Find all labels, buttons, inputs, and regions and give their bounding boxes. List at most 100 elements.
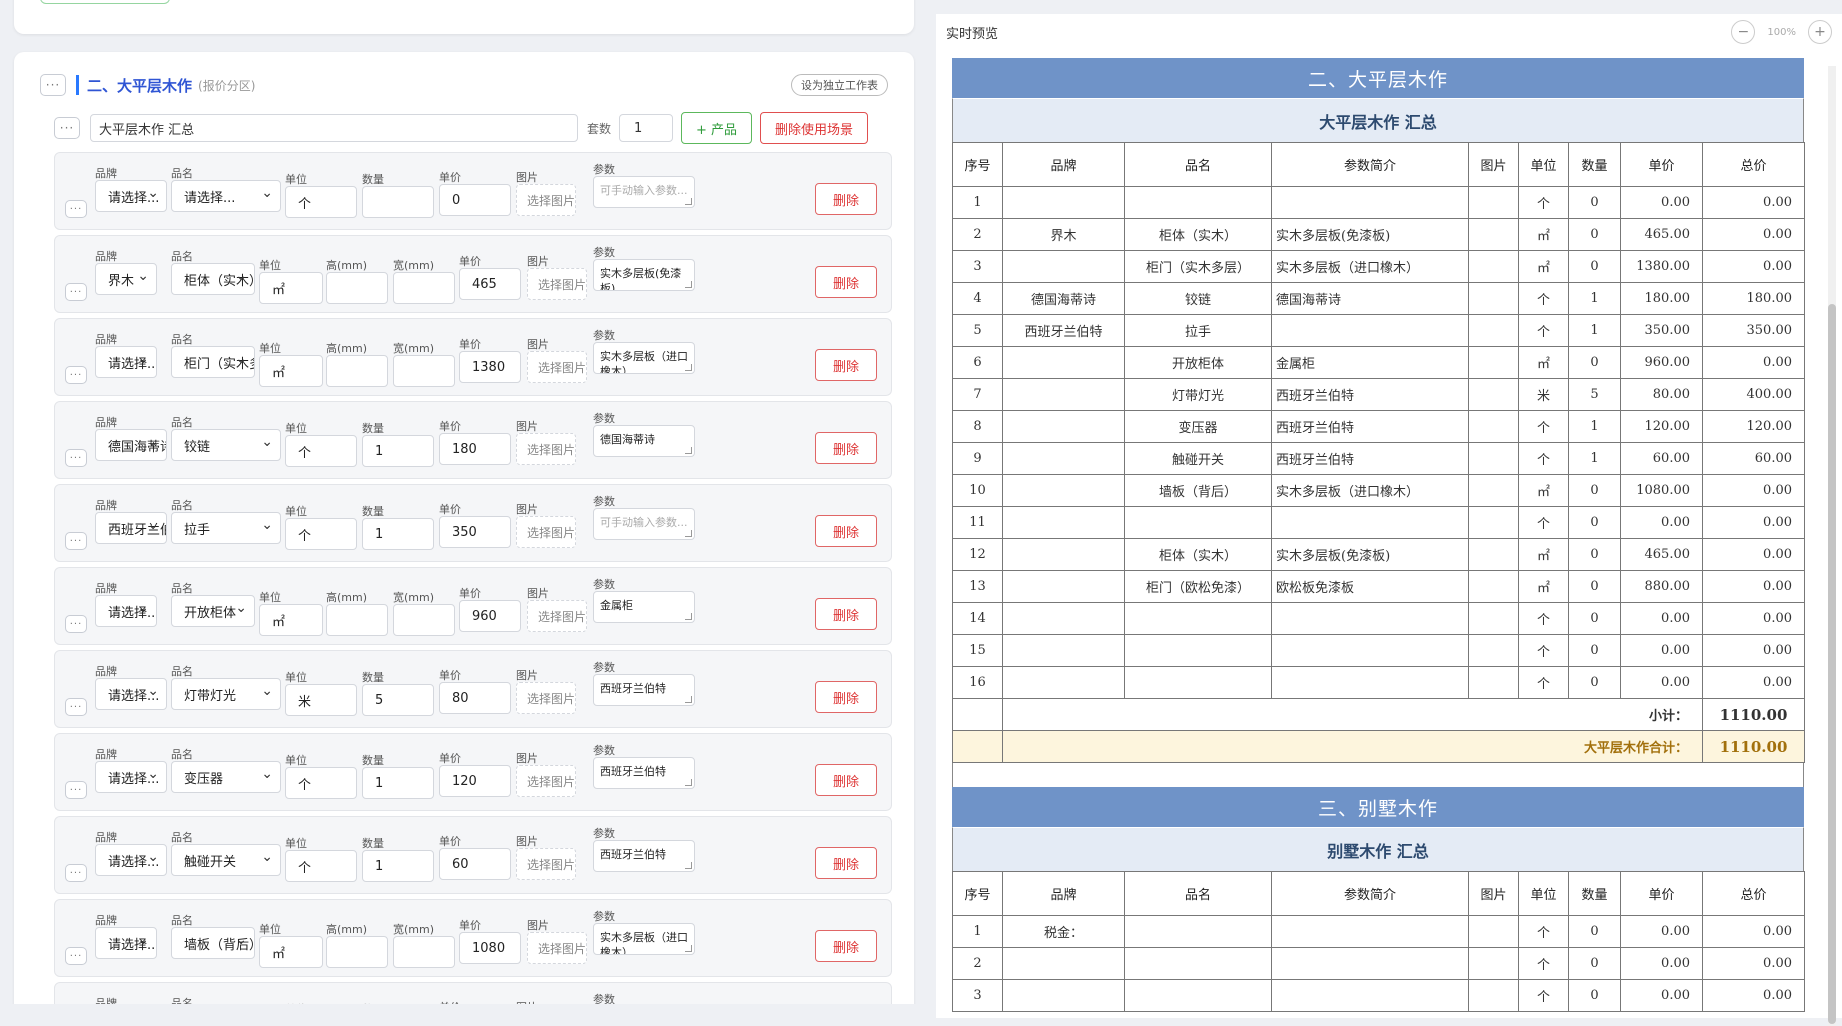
item-more-button[interactable]: ··· xyxy=(65,366,87,384)
params-textarea[interactable]: 实木多层板(免漆板) xyxy=(593,259,695,291)
select-image-button[interactable]: 选择图片 xyxy=(527,351,587,383)
width-input[interactable] xyxy=(393,936,455,968)
brand-select[interactable]: 请选择... xyxy=(95,180,167,212)
name-select[interactable]: 墙板（背后） xyxy=(171,927,255,959)
params-textarea[interactable]: 可手动输入参数... xyxy=(593,176,695,208)
unit-input[interactable]: 个 xyxy=(285,767,357,799)
delete-scene-button[interactable]: 删除使用场景 xyxy=(760,112,869,144)
brand-select[interactable]: 请选择... xyxy=(95,678,167,710)
delete-item-button[interactable]: 删除 xyxy=(815,432,877,464)
brand-select[interactable]: 请选择... xyxy=(95,761,167,793)
select-image-button[interactable]: 选择图片 xyxy=(516,433,576,465)
set-independent-sheet-button[interactable]: 设为独立工作表 xyxy=(791,74,888,96)
item-more-button[interactable]: ··· xyxy=(65,283,87,301)
height-input[interactable] xyxy=(326,272,388,304)
params-textarea[interactable]: 实木多层板（进口橡木） xyxy=(593,342,695,374)
unit-input[interactable]: 个 xyxy=(285,518,357,550)
select-image-button[interactable]: 选择图片 xyxy=(516,682,576,714)
preview-scrollbar-thumb[interactable] xyxy=(1828,304,1836,1024)
name-select[interactable]: 柜体（实木） xyxy=(171,263,255,295)
delete-item-button[interactable]: 删除 xyxy=(815,764,877,796)
price-input[interactable]: 350 xyxy=(439,516,511,548)
item-more-button[interactable]: ··· xyxy=(65,698,87,716)
select-image-button[interactable]: 选择图片 xyxy=(516,765,576,797)
params-textarea[interactable]: 西班牙兰伯特 xyxy=(593,840,695,872)
name-select[interactable]: 拉手 xyxy=(171,512,281,544)
brand-select[interactable]: 请选择... xyxy=(95,927,157,959)
brand-select[interactable]: 界木 xyxy=(95,263,157,295)
params-textarea[interactable]: 西班牙兰伯特 xyxy=(593,674,695,706)
brand-select[interactable]: 德国海蒂诗 xyxy=(95,429,167,461)
price-input[interactable]: 120 xyxy=(439,765,511,797)
brand-select[interactable]: 请选择... xyxy=(95,595,157,627)
price-input[interactable]: 960 xyxy=(459,600,521,632)
select-image-button[interactable]: 选择图片 xyxy=(516,184,576,216)
qty-input[interactable]: 1 xyxy=(362,767,434,799)
item-more-button[interactable]: ··· xyxy=(65,200,87,218)
select-image-button[interactable]: 选择图片 xyxy=(516,848,576,880)
name-select[interactable]: 开放柜体 xyxy=(171,595,255,627)
params-textarea[interactable]: 德国海蒂诗 xyxy=(593,425,695,457)
width-input[interactable] xyxy=(393,272,455,304)
scene-name-input[interactable]: 大平层木作 汇总 xyxy=(90,114,578,142)
brand-select[interactable]: 西班牙兰伯特 xyxy=(95,512,167,544)
height-input[interactable] xyxy=(326,936,388,968)
set-count-input[interactable]: 1 xyxy=(619,114,674,142)
select-image-button[interactable]: 选择图片 xyxy=(527,600,587,632)
item-more-button[interactable]: ··· xyxy=(65,781,87,799)
item-more-button[interactable]: ··· xyxy=(65,449,87,467)
delete-item-button[interactable]: 删除 xyxy=(815,183,877,215)
item-more-button[interactable]: ··· xyxy=(65,532,87,550)
select-image-button[interactable]: 选择图片 xyxy=(527,268,587,300)
unit-input[interactable]: 个 xyxy=(285,186,357,218)
price-input[interactable]: 0 xyxy=(439,184,511,216)
name-select[interactable]: 铰链 xyxy=(171,429,281,461)
unit-input[interactable]: 个 xyxy=(285,435,357,467)
qty-input[interactable]: 1 xyxy=(362,435,434,467)
price-input[interactable]: 80 xyxy=(439,682,511,714)
unit-input[interactable]: ㎡ xyxy=(259,272,323,304)
brand-select[interactable]: 请选择... xyxy=(95,346,157,378)
section-more-button[interactable]: ··· xyxy=(40,74,66,96)
delete-item-button[interactable]: 删除 xyxy=(815,349,877,381)
item-more-button[interactable]: ··· xyxy=(65,615,87,633)
zoom-in-button[interactable]: + xyxy=(1808,20,1832,44)
delete-item-button[interactable]: 删除 xyxy=(815,598,877,630)
price-input[interactable]: 180 xyxy=(439,433,511,465)
select-image-button[interactable]: 选择图片 xyxy=(527,932,587,964)
scene-more-button[interactable]: ··· xyxy=(54,117,80,139)
qty-input[interactable] xyxy=(362,186,434,218)
width-input[interactable] xyxy=(393,604,455,636)
params-textarea[interactable]: 西班牙兰伯特 xyxy=(593,757,695,789)
delete-item-button[interactable]: 删除 xyxy=(815,266,877,298)
add-product-button[interactable]: + 产品 xyxy=(681,112,753,144)
height-input[interactable] xyxy=(326,355,388,387)
params-textarea[interactable]: 实木多层板（进口橡木） xyxy=(593,923,695,955)
name-select[interactable]: 触碰开关 xyxy=(171,844,281,876)
name-select[interactable]: 请选择... xyxy=(171,180,281,212)
unit-input[interactable]: ㎡ xyxy=(259,936,323,968)
qty-input[interactable]: 1 xyxy=(362,518,434,550)
qty-input[interactable]: 1 xyxy=(362,850,434,882)
brand-select[interactable]: 请选择... xyxy=(95,844,167,876)
item-more-button[interactable]: ··· xyxy=(65,864,87,882)
delete-item-button[interactable]: 删除 xyxy=(815,847,877,879)
name-select[interactable]: 柜门（实木多层） xyxy=(171,346,255,378)
params-textarea[interactable]: 可手动输入参数... xyxy=(593,508,695,540)
price-input[interactable]: 60 xyxy=(439,848,511,880)
qty-input[interactable]: 5 xyxy=(362,684,434,716)
unit-input[interactable]: ㎡ xyxy=(259,604,323,636)
params-textarea[interactable]: 金属柜 xyxy=(593,591,695,623)
name-select[interactable]: 变压器 xyxy=(171,761,281,793)
item-more-button[interactable]: ··· xyxy=(65,947,87,965)
width-input[interactable] xyxy=(393,355,455,387)
delete-item-button[interactable]: 删除 xyxy=(815,515,877,547)
zoom-out-button[interactable]: − xyxy=(1731,20,1756,44)
delete-item-button[interactable]: 删除 xyxy=(815,930,877,962)
price-input[interactable]: 1080 xyxy=(459,932,521,964)
unit-input[interactable]: 个 xyxy=(285,850,357,882)
price-input[interactable]: 1380 xyxy=(459,351,521,383)
name-select[interactable]: 灯带灯光 xyxy=(171,678,281,710)
unit-input[interactable]: 米 xyxy=(285,684,357,716)
unit-input[interactable]: ㎡ xyxy=(259,355,323,387)
